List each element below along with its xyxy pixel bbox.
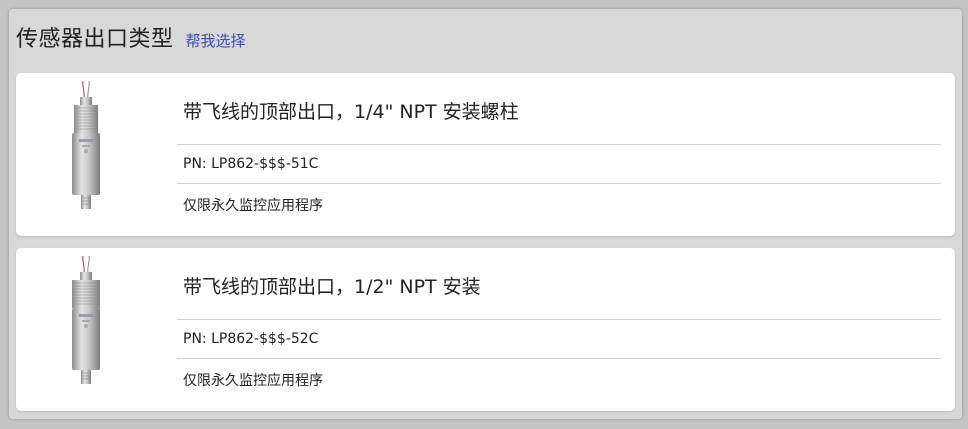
panel-header: 传感器出口类型 帮我选择 [16, 21, 246, 52]
sensor-exit-type-panel: 传感器出口类型 帮我选择 带飞线的顶部出口，1/4" NPT 安装螺柱 PN: … [9, 9, 962, 419]
usage-note: 仅限永久监控应用程序 [183, 198, 323, 214]
divider [177, 183, 941, 184]
divider [177, 358, 941, 359]
option-title: 带飞线的顶部出口，1/2" NPT 安装 [183, 276, 481, 298]
help-me-choose-link[interactable]: 帮我选择 [186, 30, 246, 51]
option-title: 带飞线的顶部出口，1/4" NPT 安装螺柱 [183, 101, 519, 123]
sensor-image [72, 255, 100, 384]
part-number: PN: LP862-$$$-51C [183, 156, 319, 172]
usage-note: 仅限永久监控应用程序 [183, 373, 323, 389]
part-number: PN: LP862-$$$-52C [183, 331, 319, 347]
sensor-image [72, 80, 100, 209]
divider [177, 144, 941, 145]
panel-title: 传感器出口类型 [16, 27, 174, 52]
divider [177, 319, 941, 320]
option-card-1-2-npt[interactable]: 带飞线的顶部出口，1/2" NPT 安装 PN: LP862-$$$-52C 仅… [16, 248, 955, 411]
option-card-1-4-npt[interactable]: 带飞线的顶部出口，1/4" NPT 安装螺柱 PN: LP862-$$$-51C… [16, 73, 955, 236]
